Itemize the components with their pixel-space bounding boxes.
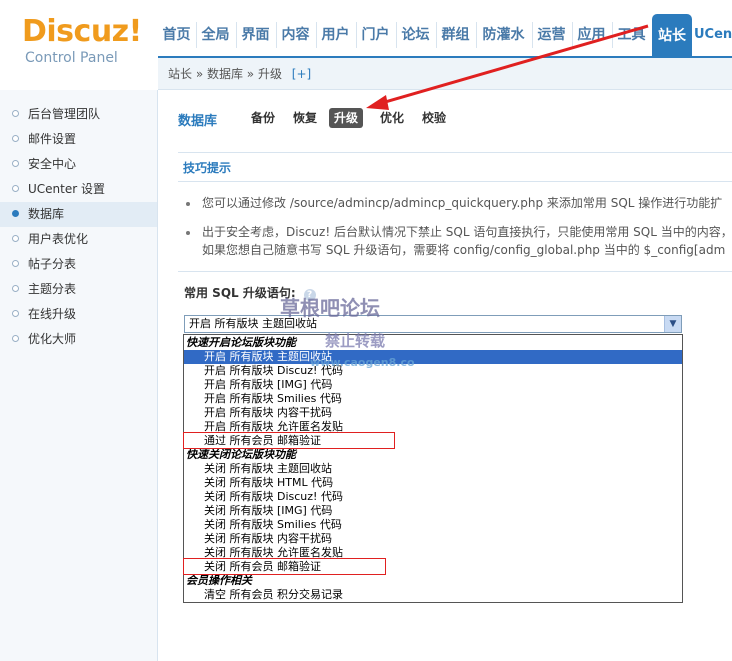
- divider: [178, 271, 732, 272]
- sidebar-item-label: 优化大师: [28, 332, 77, 346]
- sidebar-item-label: 邮件设置: [28, 132, 77, 146]
- sidebar-item-label: 在线升级: [28, 307, 77, 321]
- bullet-icon: [12, 235, 19, 242]
- sidebar-item-label: 用户表优化: [28, 232, 89, 246]
- dropdown-option[interactable]: 关闭 所有版块 [IMG] 代码: [184, 504, 682, 518]
- tips-heading: 技巧提示: [178, 152, 732, 182]
- bullet-icon: [12, 210, 19, 217]
- nav-apps[interactable]: 应用: [572, 22, 610, 48]
- tab-optimize[interactable]: 优化: [375, 108, 409, 128]
- tab-upgrade[interactable]: 升级: [329, 108, 364, 128]
- sidebar-item-member-table[interactable]: 用户表优化: [0, 227, 157, 252]
- sidebar-item-admin-team[interactable]: 后台管理团队: [0, 102, 157, 127]
- sql-label-text: 常用 SQL 升级语句:: [184, 286, 296, 300]
- dropdown-option[interactable]: 开启 所有版块 [IMG] 代码: [184, 378, 682, 392]
- annotation-box: [183, 558, 386, 575]
- dropdown-option[interactable]: 关闭 所有版块 Discuz! 代码: [184, 490, 682, 504]
- bullet-icon: [12, 135, 19, 142]
- sidebar-item-label: 后台管理团队: [28, 107, 101, 121]
- bullet-icon: [12, 185, 19, 192]
- help-icon[interactable]: ?: [303, 289, 316, 301]
- nav-interface[interactable]: 界面: [236, 22, 274, 48]
- tip-item-continued: 如果您想自己随意书写 SQL 升级语句，需要将 config/config_gl…: [186, 241, 725, 258]
- sidebar-item-post-split[interactable]: 帖子分表: [0, 252, 157, 277]
- annotation-box: [183, 432, 395, 449]
- nav-content[interactable]: 内容: [276, 22, 314, 48]
- dropdown-option[interactable]: 关闭 所有版块 HTML 代码: [184, 476, 682, 490]
- sql-select[interactable]: 开启 所有版块 主题回收站 ▼: [184, 315, 682, 333]
- bullet-icon: [12, 335, 19, 342]
- sidebar-item-thread-split[interactable]: 主题分表: [0, 277, 157, 302]
- sidebar: 后台管理团队 邮件设置 安全中心 UCenter 设置 数据库 用户表优化 帖子…: [0, 90, 158, 661]
- sidebar-item-mail[interactable]: 邮件设置: [0, 127, 157, 152]
- option-group: 会员操作相关: [186, 574, 252, 587]
- nav-operation[interactable]: 运营: [532, 22, 570, 48]
- nav-forum[interactable]: 论坛: [396, 22, 434, 48]
- dropdown-option[interactable]: 开启 所有版块 主题回收站: [184, 350, 682, 364]
- tab-restore[interactable]: 恢复: [288, 108, 322, 128]
- tip-item: 您可以通过修改 /source/admincp/admincp_quickque…: [186, 194, 722, 211]
- bullet-icon: [186, 230, 190, 235]
- sidebar-item-label: UCenter 设置: [28, 182, 105, 196]
- tab-backup[interactable]: 备份: [246, 108, 280, 128]
- nav-groups[interactable]: 群组: [436, 22, 474, 48]
- top-nav: 首页 全局 界面 内容 用户 门户 论坛 群组 防灌水 运营 应用 工具: [158, 22, 732, 48]
- logo-text: Discuz!: [22, 14, 142, 49]
- logo-subtitle: Control Panel: [25, 50, 118, 66]
- tip-text: 出于安全考虑，Discuz! 后台默认情况下禁止 SQL 语句直接执行，只能使用…: [202, 225, 732, 239]
- sidebar-item-label: 安全中心: [28, 157, 77, 171]
- nav-tools[interactable]: 工具: [612, 22, 650, 48]
- tip-item: 出于安全考虑，Discuz! 后台默认情况下禁止 SQL 语句直接执行，只能使用…: [186, 223, 732, 240]
- sidebar-item-database[interactable]: 数据库: [0, 202, 157, 227]
- sidebar-item-label: 帖子分表: [28, 257, 77, 271]
- nav-portal[interactable]: 门户: [356, 22, 394, 48]
- page-title: 数据库: [178, 114, 218, 129]
- nav-antispam[interactable]: 防灌水: [476, 22, 530, 48]
- bullet-icon: [12, 260, 19, 267]
- bullet-icon: [12, 285, 19, 292]
- dropdown-option[interactable]: 关闭 所有版块 主题回收站: [184, 462, 682, 476]
- sql-label: 常用 SQL 升级语句:?: [184, 284, 316, 301]
- bullet-icon: [12, 160, 19, 167]
- tip-text: 如果您想自己随意书写 SQL 升级语句，需要将 config/config_gl…: [202, 243, 726, 257]
- sidebar-item-ucenter[interactable]: UCenter 设置: [0, 177, 157, 202]
- option-group: 快速关闭论坛版块功能: [186, 448, 296, 461]
- breadcrumb-expand-link[interactable]: [+]: [292, 67, 311, 81]
- chevron-down-icon[interactable]: ▼: [664, 316, 681, 332]
- dropdown-option[interactable]: 开启 所有版块 Smilies 代码: [184, 392, 682, 406]
- nav-founder-active[interactable]: 站长: [652, 14, 692, 58]
- nav-global[interactable]: 全局: [196, 22, 234, 48]
- sidebar-item-online-upgrade[interactable]: 在线升级: [0, 302, 157, 327]
- option-group: 快速开启论坛版块功能: [186, 336, 296, 349]
- nav-home[interactable]: 首页: [158, 22, 195, 48]
- sidebar-item-optimizer[interactable]: 优化大师: [0, 327, 157, 352]
- nav-users[interactable]: 用户: [316, 22, 354, 48]
- bullet-icon: [186, 201, 190, 206]
- bullet-icon: [12, 110, 19, 117]
- header: Discuz! Control Panel 首页 全局 界面 内容 用户 门户 …: [0, 0, 732, 90]
- sql-select-value: 开启 所有版块 主题回收站: [189, 317, 317, 330]
- dropdown-option[interactable]: 开启 所有版块 内容干扰码: [184, 406, 682, 420]
- dropdown-option[interactable]: 开启 所有版块 Discuz! 代码: [184, 364, 682, 378]
- breadcrumb: 站长 » 数据库 » 升级 [+]: [158, 58, 732, 90]
- tip-text: 您可以通过修改 /source/admincp/admincp_quickque…: [202, 196, 723, 210]
- sidebar-item-label: 主题分表: [28, 282, 77, 296]
- nav-ucenter[interactable]: UCen: [694, 22, 732, 48]
- sidebar-item-label: 数据库: [28, 207, 65, 221]
- tab-verify[interactable]: 校验: [417, 108, 451, 128]
- dropdown-option[interactable]: 关闭 所有版块 内容干扰码: [184, 532, 682, 546]
- sidebar-item-security[interactable]: 安全中心: [0, 152, 157, 177]
- bullet-icon: [12, 310, 19, 317]
- dropdown-option[interactable]: 清空 所有会员 积分交易记录: [184, 588, 682, 602]
- dropdown-option[interactable]: 关闭 所有版块 Smilies 代码: [184, 518, 682, 532]
- logo[interactable]: Discuz! Control Panel: [0, 0, 158, 90]
- breadcrumb-text: 站长 » 数据库 » 升级: [168, 67, 282, 81]
